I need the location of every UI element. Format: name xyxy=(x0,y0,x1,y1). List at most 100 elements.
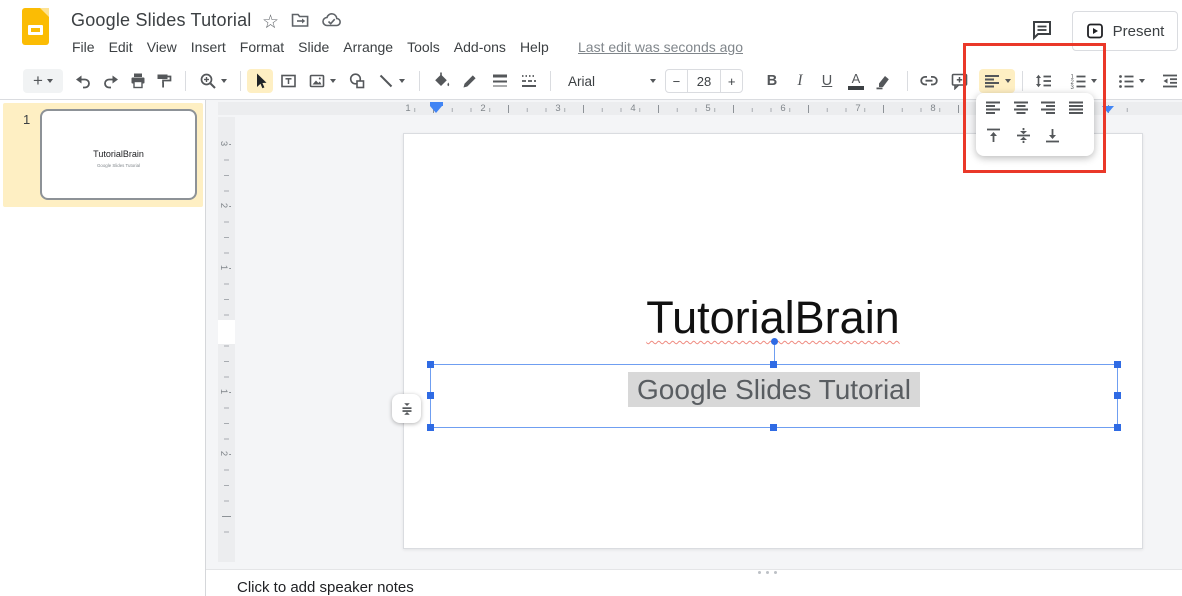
bold-button[interactable]: B xyxy=(760,69,784,93)
new-slide-button[interactable]: + xyxy=(23,69,63,93)
comment-history-icon[interactable] xyxy=(1030,18,1054,47)
redo-button[interactable] xyxy=(100,69,122,93)
logo-fold xyxy=(40,8,49,17)
h-ruler-number: 7 xyxy=(852,103,864,114)
font-size-input[interactable]: 28 xyxy=(687,69,721,93)
image-icon xyxy=(309,74,325,88)
add-comment-icon xyxy=(951,73,967,90)
resize-handle-bottom-right[interactable] xyxy=(1114,424,1121,431)
menu-item-insert[interactable]: Insert xyxy=(184,36,233,58)
separator xyxy=(419,71,420,91)
header: Google Slides Tutorial ☆ File Edit View Ins… xyxy=(0,0,1182,62)
h-ruler-number: 6 xyxy=(777,103,789,114)
selected-text-box[interactable]: Google Slides Tutorial xyxy=(427,338,1121,431)
menu-bar: File Edit View Insert Format Slide Arrange Tool… xyxy=(65,36,556,58)
resize-handle-top-right[interactable] xyxy=(1114,361,1121,368)
slide-filmstrip: 1 TutorialBrain Google Slides Tutorial xyxy=(0,100,206,596)
shape-icon xyxy=(349,73,365,89)
menu-item-tools[interactable]: Tools xyxy=(400,36,447,58)
numbered-list-button[interactable]: 123 xyxy=(1062,69,1104,93)
h-ruler-number: 1 xyxy=(402,103,414,114)
align-left-option[interactable] xyxy=(985,100,1002,121)
print-button[interactable] xyxy=(127,69,149,93)
menu-item-add-ons[interactable]: Add-ons xyxy=(447,36,513,58)
menu-item-edit[interactable]: Edit xyxy=(102,36,140,58)
bulleted-list-button[interactable] xyxy=(1110,69,1152,93)
thumbnail-subtitle: Google Slides Tutorial xyxy=(96,163,141,168)
undo-button[interactable] xyxy=(72,69,94,93)
border-color-button[interactable] xyxy=(459,69,481,93)
align-center-option[interactable] xyxy=(1013,100,1030,121)
menu-item-help[interactable]: Help xyxy=(513,36,556,58)
slide-editing-surface[interactable]: TutorialBrain Google Slides Tutorial xyxy=(403,133,1143,549)
rotation-handle[interactable] xyxy=(770,338,778,345)
notes-resize-handle[interactable] xyxy=(755,571,779,574)
present-play-icon xyxy=(1086,23,1103,39)
border-dash-button[interactable] xyxy=(517,69,541,93)
vertical-align-top-option[interactable] xyxy=(985,127,1002,149)
insert-link-button[interactable] xyxy=(915,69,943,93)
select-tool-button[interactable] xyxy=(247,69,273,93)
slide-title-text[interactable]: TutorialBrain xyxy=(404,292,1142,344)
chevron-down-icon xyxy=(399,79,405,83)
redo-icon xyxy=(104,75,118,89)
insert-comment-button[interactable] xyxy=(946,69,972,93)
increase-font-size-button[interactable]: + xyxy=(720,69,743,93)
vertical-ruler: 3 2 1 1 2 xyxy=(218,117,235,562)
document-title[interactable]: Google Slides Tutorial xyxy=(71,10,252,31)
menu-item-view[interactable]: View xyxy=(140,36,184,58)
font-size-group: − 28 + xyxy=(665,69,743,93)
cloud-status-icon[interactable] xyxy=(321,11,343,34)
menu-item-slide[interactable]: Slide xyxy=(291,36,336,58)
underline-button[interactable]: U xyxy=(815,69,839,93)
h-ruler-number: 3 xyxy=(552,103,564,114)
align-button[interactable] xyxy=(979,69,1015,93)
indent-marker-right[interactable] xyxy=(1102,106,1114,113)
font-family-select[interactable]: Arial xyxy=(560,69,656,93)
slides-logo-icon[interactable] xyxy=(22,8,49,45)
insert-image-button[interactable] xyxy=(303,69,341,93)
decrease-font-size-button[interactable]: − xyxy=(665,69,688,93)
zoom-button[interactable] xyxy=(194,69,232,93)
insert-shape-button[interactable] xyxy=(345,69,369,93)
text-color-swatch xyxy=(848,86,864,90)
fill-color-button[interactable] xyxy=(429,69,453,93)
menu-item-arrange[interactable]: Arrange xyxy=(336,36,400,58)
chevron-down-icon xyxy=(1139,79,1145,83)
indent-marker-left-triangle[interactable] xyxy=(430,106,442,113)
line-spacing-icon xyxy=(1035,74,1051,88)
resize-handle-bottom-left[interactable] xyxy=(427,424,434,431)
move-folder-icon[interactable] xyxy=(290,11,310,34)
format-options-widget[interactable] xyxy=(392,394,421,423)
text-box-button[interactable] xyxy=(276,69,300,93)
zoom-icon xyxy=(200,73,216,89)
resize-handle-top-left[interactable] xyxy=(427,361,434,368)
decrease-indent-button[interactable] xyxy=(1157,69,1182,93)
line-spacing-button[interactable] xyxy=(1030,69,1056,93)
align-left-icon xyxy=(985,75,999,88)
separator xyxy=(550,71,551,91)
selected-slide-row[interactable]: 1 TutorialBrain Google Slides Tutorial xyxy=(3,103,203,207)
menu-item-file[interactable]: File xyxy=(65,36,102,58)
star-icon[interactable]: ☆ xyxy=(262,12,279,34)
vertical-align-bottom-option[interactable] xyxy=(1044,127,1061,149)
align-justify-option[interactable] xyxy=(1068,100,1085,121)
italic-button[interactable]: I xyxy=(789,69,811,93)
slide-subtitle-text[interactable]: Google Slides Tutorial xyxy=(431,372,1117,407)
align-right-option[interactable] xyxy=(1040,100,1057,121)
resize-handle-bottom-middle[interactable] xyxy=(770,424,777,431)
text-color-button[interactable]: A xyxy=(843,69,869,93)
paint-format-button[interactable] xyxy=(153,69,175,93)
menu-item-format[interactable]: Format xyxy=(233,36,291,58)
highlight-color-button[interactable] xyxy=(872,69,896,93)
speaker-notes-placeholder[interactable]: Click to add speaker notes xyxy=(237,579,414,596)
slide-thumbnail[interactable]: TutorialBrain Google Slides Tutorial xyxy=(40,109,197,200)
present-button[interactable]: Present xyxy=(1072,11,1178,51)
chevron-down-icon xyxy=(221,79,227,83)
insert-line-button[interactable] xyxy=(372,69,410,93)
vertical-align-middle-option[interactable] xyxy=(1015,127,1032,149)
last-edit-link[interactable]: Last edit was seconds ago xyxy=(578,39,743,55)
border-weight-button[interactable] xyxy=(488,69,512,93)
resize-handle-top-middle[interactable] xyxy=(770,361,777,368)
logo-inner-rect xyxy=(28,25,43,35)
